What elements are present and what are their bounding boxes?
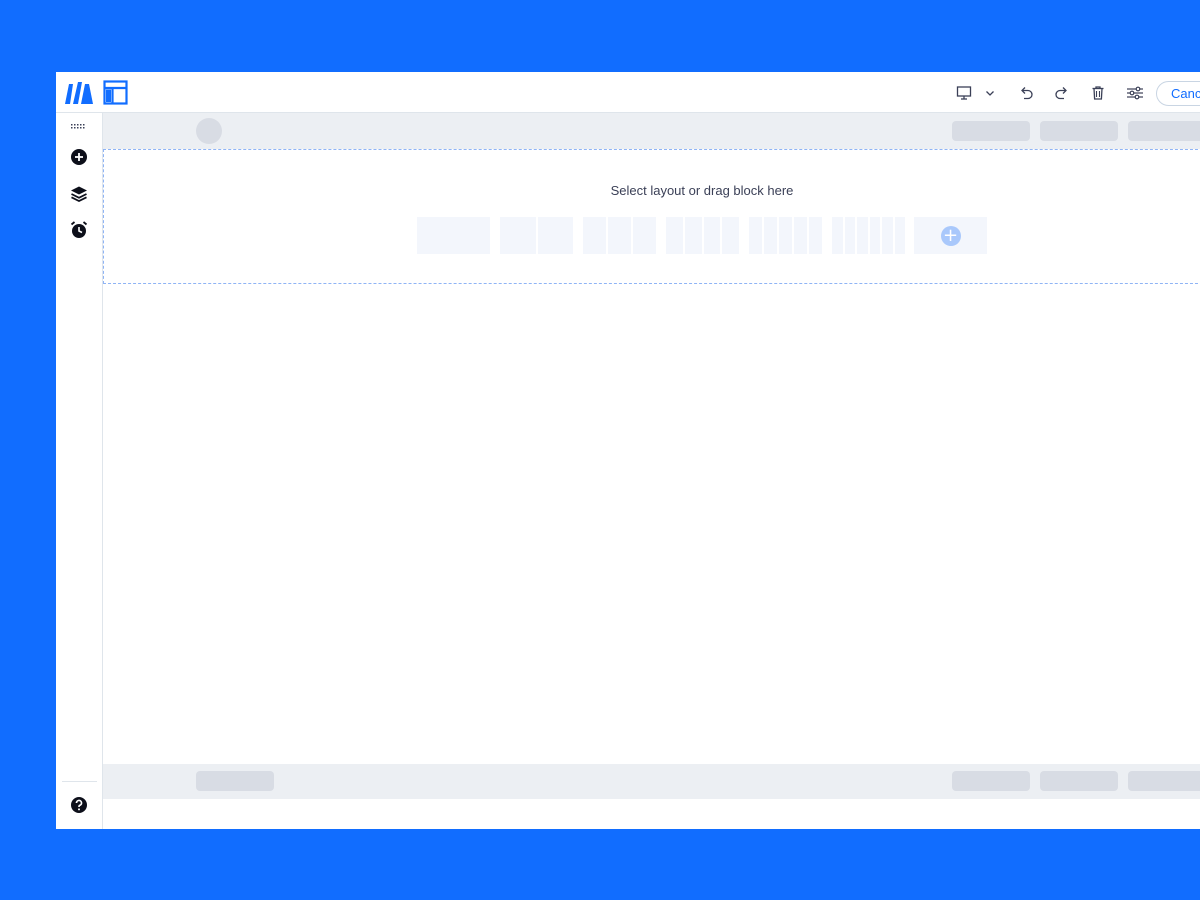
desktop-icon — [956, 86, 972, 100]
redo-button[interactable] — [1050, 81, 1074, 105]
layout-column — [537, 217, 573, 254]
logo-placeholder — [196, 118, 222, 144]
layout-icon[interactable] — [103, 80, 128, 105]
footer-link-placeholder — [952, 771, 1030, 791]
footer-link-placeholder — [1040, 771, 1118, 791]
undo-icon — [1021, 87, 1033, 100]
settings-button[interactable] — [1123, 81, 1147, 105]
alarm-clock-icon — [70, 221, 88, 238]
layout-column — [722, 217, 739, 254]
layout-column — [779, 217, 792, 254]
layout-3-columns[interactable] — [583, 217, 656, 254]
top-toolbar: Canc — [56, 72, 1200, 113]
editor-canvas[interactable]: Select layout or drag block here + — [103, 113, 1200, 829]
header-placeholder[interactable] — [103, 113, 1200, 149]
footer-link-placeholder — [1128, 771, 1200, 791]
chevron-down-icon — [986, 91, 994, 96]
history-button[interactable] — [69, 220, 89, 240]
custom-layout-button[interactable]: + — [914, 217, 987, 254]
layout-column — [764, 217, 777, 254]
sliders-icon — [1127, 86, 1143, 100]
drag-handle-icon[interactable] — [71, 124, 87, 129]
layout-1-column[interactable] — [417, 217, 490, 254]
layout-column — [417, 217, 490, 254]
redo-icon — [1055, 87, 1067, 100]
layout-column — [844, 217, 855, 254]
brand-logo-icon[interactable] — [65, 82, 93, 104]
help-icon — [71, 797, 87, 813]
layout-column — [749, 217, 762, 254]
layout-6-columns[interactable] — [832, 217, 905, 254]
add-circle-icon — [71, 149, 87, 165]
layout-column — [703, 217, 721, 254]
layout-column — [882, 217, 893, 254]
nav-placeholder — [952, 121, 1030, 141]
layout-column — [666, 217, 683, 254]
dropzone[interactable]: Select layout or drag block here + — [103, 149, 1200, 284]
layers-icon — [71, 186, 87, 203]
sidebar-divider — [62, 781, 97, 782]
footer-text-placeholder — [196, 771, 274, 791]
add-element-button[interactable] — [69, 147, 89, 167]
layout-column — [894, 217, 905, 254]
editor-window: Canc Select layout or drag block here + — [56, 72, 1200, 829]
layout-4-columns[interactable] — [666, 217, 739, 254]
delete-button[interactable] — [1086, 81, 1110, 105]
layers-button[interactable] — [69, 184, 89, 204]
layout-column — [633, 217, 656, 254]
help-button[interactable] — [69, 795, 89, 815]
layout-2-columns[interactable] — [500, 217, 573, 254]
nav-placeholder — [1040, 121, 1118, 141]
layout-column — [869, 217, 880, 254]
layout-column — [809, 217, 822, 254]
layout-column — [500, 217, 536, 254]
desktop-view-button[interactable] — [952, 81, 976, 105]
dropzone-instruction: Select layout or drag block here — [610, 183, 794, 198]
undo-button[interactable] — [1014, 81, 1038, 105]
layout-column — [832, 217, 843, 254]
layout-column — [583, 217, 606, 254]
nav-placeholder — [1128, 121, 1200, 141]
left-sidebar — [56, 113, 103, 829]
layout-column — [794, 217, 807, 254]
footer-placeholder[interactable] — [103, 764, 1200, 799]
layout-column — [684, 217, 702, 254]
cancel-button[interactable]: Canc — [1156, 81, 1200, 106]
device-dropdown-button[interactable] — [978, 81, 1002, 105]
layout-column — [857, 217, 868, 254]
layout-5-columns[interactable] — [749, 217, 822, 254]
trash-icon — [1092, 86, 1104, 100]
plus-icon: + — [940, 225, 961, 246]
layout-column — [608, 217, 631, 254]
